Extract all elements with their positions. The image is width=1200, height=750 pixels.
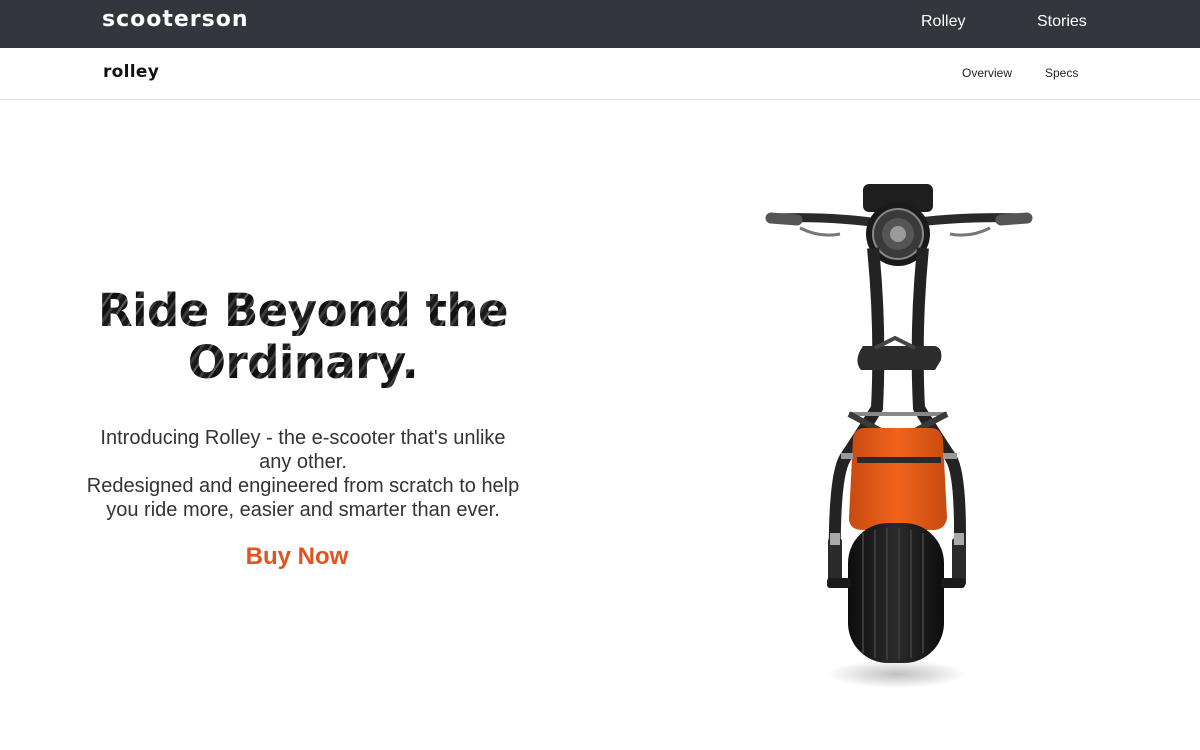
- hero-title-line-1: Ride Beyond the: [97, 284, 509, 337]
- hero-title: Ride Beyond the Ordinary.: [60, 285, 546, 389]
- hero-text-line-4: you ride more, easier and smarter than e…: [106, 499, 500, 521]
- buy-now-button[interactable]: Buy Now: [200, 543, 394, 571]
- product-subnav-bar: rolley Overview Specs: [0, 48, 1200, 100]
- brand-logo[interactable]: scooterson: [102, 7, 249, 32]
- hero-text-line-1: Introducing Rolley - the e-scooter that'…: [100, 427, 506, 449]
- hero-title-line-2: Ordinary.: [187, 336, 419, 389]
- hero-text-line-2: any other.: [259, 451, 347, 473]
- hero-description: Introducing Rolley - the e-scooter that'…: [70, 426, 536, 522]
- hero-text-line-3: Redesigned and engineered from scratch t…: [86, 475, 520, 497]
- nav-link-rolley[interactable]: Rolley: [921, 13, 965, 31]
- subnav-link-specs[interactable]: Specs: [1045, 66, 1078, 80]
- top-navigation-bar: scooterson Rolley Stories: [0, 0, 1200, 48]
- subnav-link-overview[interactable]: Overview: [962, 66, 1012, 80]
- nav-link-stories[interactable]: Stories: [1037, 13, 1087, 31]
- product-logo[interactable]: rolley: [103, 62, 159, 82]
- scooter-image: [765, 184, 1033, 688]
